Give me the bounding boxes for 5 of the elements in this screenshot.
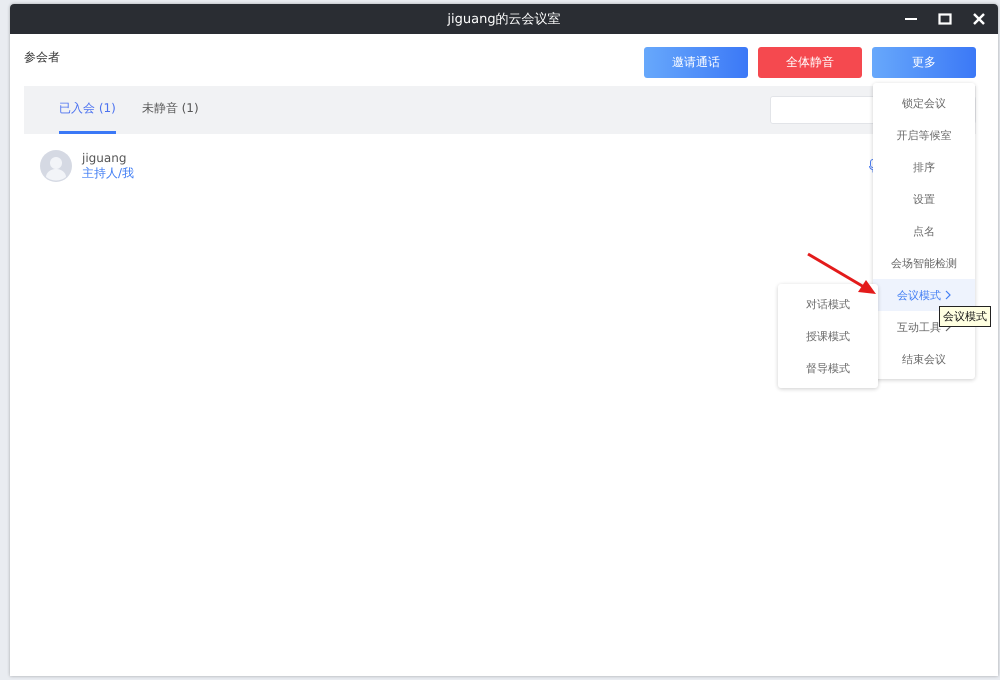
participant-role: 主持人/我 (82, 164, 134, 182)
section-title: 参会者 (24, 48, 60, 66)
participant-name: jiguang (82, 150, 128, 164)
window-title: jiguang的云会议室 (447, 11, 561, 28)
hover-tooltip: 会议模式 (939, 306, 991, 327)
